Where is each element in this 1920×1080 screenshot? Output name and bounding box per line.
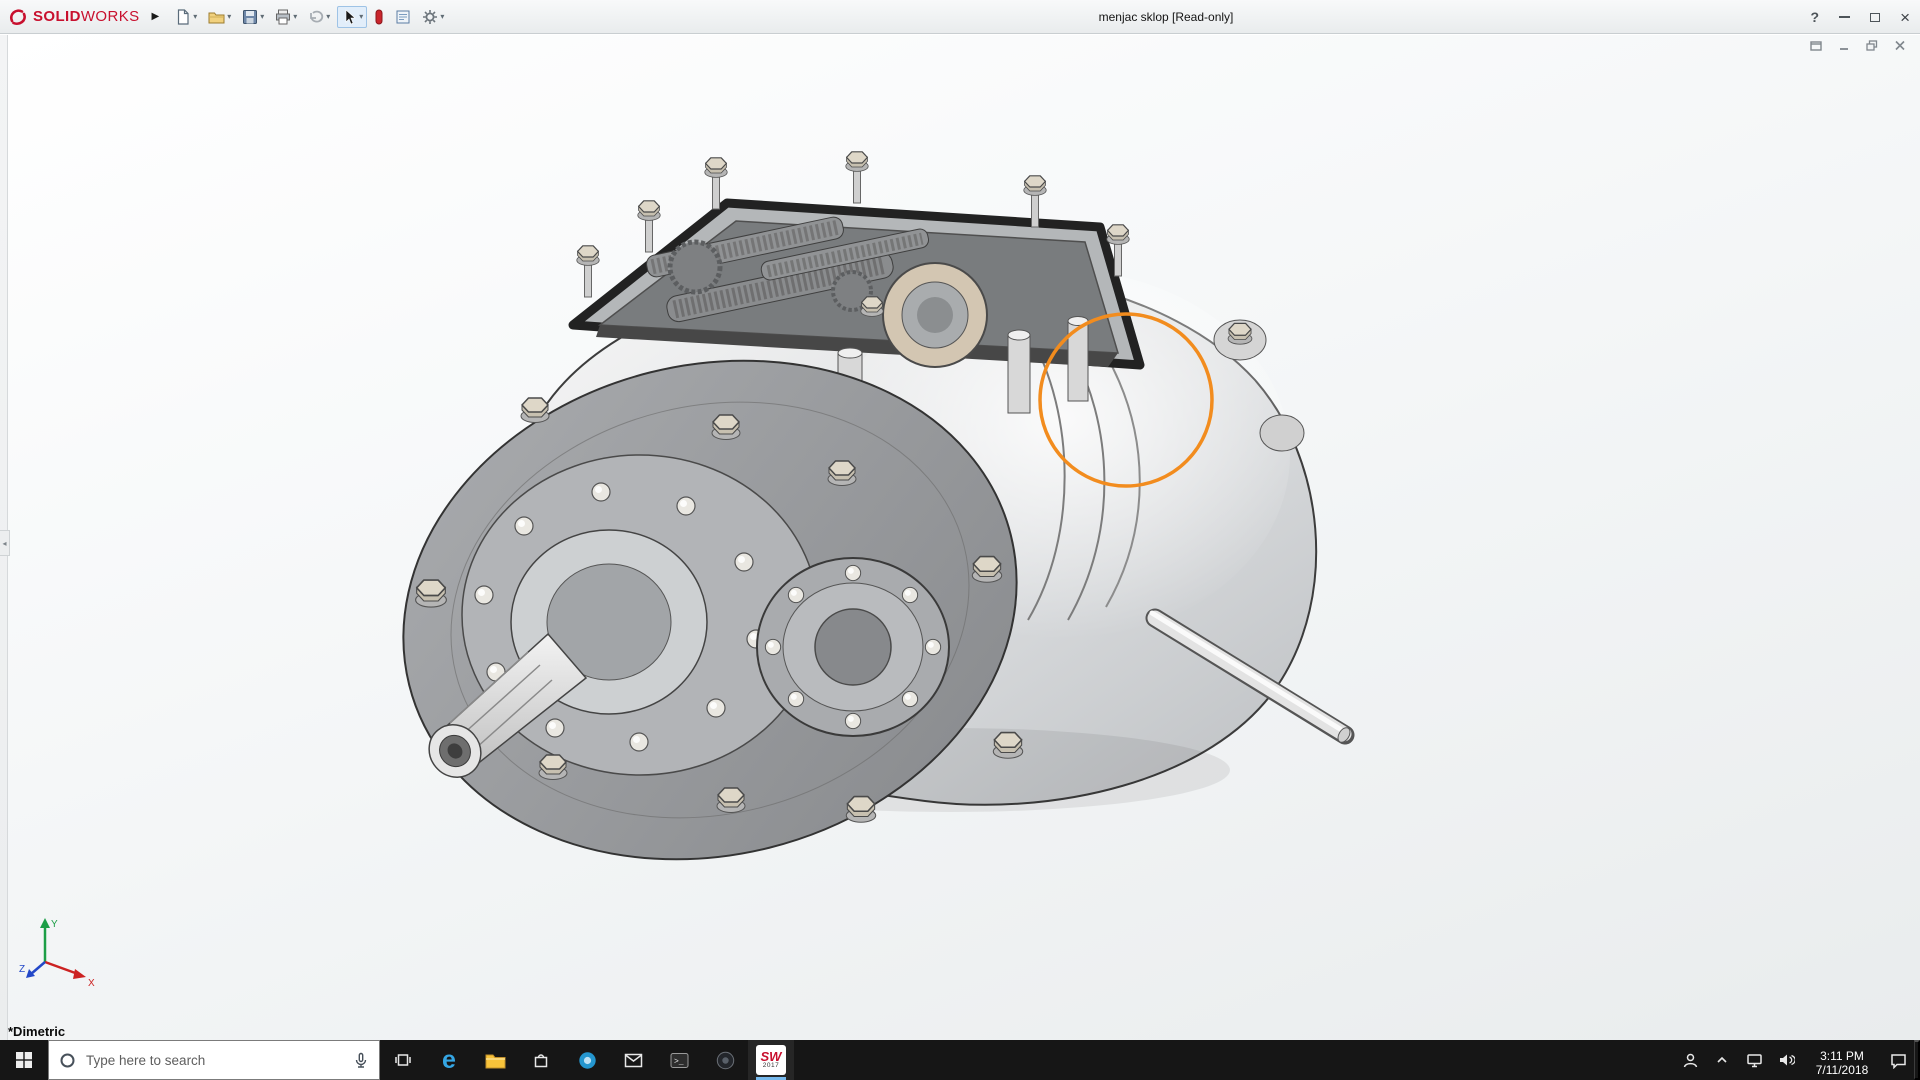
mail-envelope-icon bbox=[624, 1053, 643, 1068]
console-icon: >_ bbox=[670, 1052, 689, 1069]
tray-overflow-button[interactable] bbox=[1706, 1040, 1738, 1080]
close-button[interactable]: × bbox=[1900, 9, 1910, 26]
caret-down-icon: ▾ bbox=[260, 13, 264, 21]
properties-book-icon bbox=[395, 9, 411, 25]
orientation-triad[interactable]: Y X Z bbox=[18, 912, 108, 994]
action-center-button[interactable] bbox=[1882, 1040, 1914, 1080]
volume-button[interactable] bbox=[1770, 1040, 1802, 1080]
maximize-icon bbox=[1870, 13, 1880, 22]
print-icon bbox=[275, 9, 291, 25]
brand-solid: SOLID bbox=[33, 8, 81, 25]
select-tool-button[interactable]: ▾ bbox=[337, 6, 367, 28]
file-explorer-button[interactable] bbox=[472, 1040, 518, 1080]
maximize-button[interactable] bbox=[1870, 13, 1880, 22]
windows-logo-icon bbox=[15, 1051, 33, 1069]
save-icon bbox=[242, 9, 258, 25]
minimize-icon bbox=[1839, 16, 1850, 18]
new-document-button[interactable]: ▾ bbox=[171, 6, 201, 28]
minimize-button[interactable] bbox=[1839, 16, 1850, 18]
network-button[interactable] bbox=[1738, 1040, 1770, 1080]
edge-button[interactable]: e bbox=[426, 1040, 472, 1080]
view-orientation-label: *Dimetric bbox=[8, 1024, 65, 1039]
microphone-icon[interactable] bbox=[353, 1052, 369, 1069]
triad-z-label: Z bbox=[19, 964, 25, 975]
mail-button[interactable] bbox=[610, 1040, 656, 1080]
store-bag-icon bbox=[532, 1051, 550, 1069]
browser-app-button[interactable] bbox=[564, 1040, 610, 1080]
caret-down-icon: ▾ bbox=[326, 13, 330, 21]
show-desktop-button[interactable] bbox=[1914, 1040, 1920, 1080]
dark-circle-app-icon bbox=[716, 1051, 735, 1070]
quick-access-toolbar: ▾ ▾ ▾ ▾ ▾ bbox=[171, 6, 448, 28]
browser-globe-icon bbox=[578, 1051, 597, 1070]
help-button[interactable]: ? bbox=[1811, 9, 1820, 25]
select-cursor-icon bbox=[341, 9, 357, 25]
network-icon bbox=[1746, 1052, 1763, 1068]
search-input[interactable] bbox=[86, 1053, 343, 1068]
system-tray: 3:11 PM 7/11/2018 bbox=[1674, 1040, 1920, 1080]
dark-circle-app-button[interactable] bbox=[702, 1040, 748, 1080]
chevron-up-icon bbox=[1715, 1053, 1729, 1067]
solidworks-app-button[interactable]: SW 2017 bbox=[748, 1040, 794, 1080]
open-folder-icon bbox=[208, 9, 225, 25]
action-center-icon bbox=[1890, 1052, 1907, 1069]
solidworks-year: 2017 bbox=[763, 1063, 779, 1070]
menu-flyout-arrow[interactable]: ▶ bbox=[152, 11, 160, 22]
caret-down-icon: ▾ bbox=[293, 13, 297, 21]
start-button[interactable] bbox=[0, 1040, 48, 1080]
triad-x-label: X bbox=[88, 978, 95, 989]
brand-wordmark: SOLIDWORKS bbox=[33, 8, 140, 25]
brand-works: WORKS bbox=[81, 8, 140, 25]
cad-model-canvas[interactable] bbox=[0, 35, 1920, 1040]
xpress-products-button[interactable] bbox=[370, 6, 388, 28]
taskbar-clock[interactable]: 3:11 PM 7/11/2018 bbox=[1802, 1040, 1882, 1080]
console-prompt-glyph: >_ bbox=[674, 1057, 684, 1066]
caret-down-icon: ▾ bbox=[193, 13, 197, 21]
people-button[interactable] bbox=[1674, 1040, 1706, 1080]
new-document-icon bbox=[175, 9, 191, 25]
file-properties-button[interactable] bbox=[391, 6, 415, 28]
doc-restore-button[interactable] bbox=[1866, 40, 1878, 51]
doc-minimize-button[interactable] bbox=[1838, 40, 1850, 51]
triad-y-label: Y bbox=[51, 919, 58, 930]
file-explorer-icon bbox=[485, 1052, 506, 1069]
task-view-icon bbox=[394, 1051, 412, 1069]
taskbar-search[interactable] bbox=[48, 1040, 380, 1080]
undo-button[interactable]: ▾ bbox=[304, 6, 334, 28]
solidworks-icon: SW 2017 bbox=[756, 1045, 786, 1075]
red-capsule-icon bbox=[374, 9, 384, 25]
cortana-icon bbox=[59, 1052, 76, 1069]
close-icon: × bbox=[1900, 9, 1910, 26]
secondary-cover[interactable] bbox=[757, 558, 949, 736]
solidworks-logo: SOLIDWORKS bbox=[0, 7, 146, 27]
graphics-viewport[interactable]: ◂ bbox=[0, 35, 1920, 1040]
task-view-button[interactable] bbox=[380, 1040, 426, 1080]
save-button[interactable]: ▾ bbox=[238, 6, 268, 28]
undo-icon bbox=[308, 9, 324, 25]
print-button[interactable]: ▾ bbox=[271, 6, 301, 28]
clock-time: 3:11 PM bbox=[1802, 1049, 1882, 1063]
doc-close-button[interactable] bbox=[1894, 40, 1906, 51]
caret-down-icon: ▾ bbox=[440, 13, 444, 21]
clock-date: 7/11/2018 bbox=[1802, 1063, 1882, 1077]
dassault-ds-icon bbox=[8, 7, 28, 27]
gear-icon bbox=[422, 9, 438, 25]
window-controls: ? × bbox=[1811, 0, 1911, 34]
doc-window-button[interactable] bbox=[1810, 40, 1822, 51]
options-button[interactable]: ▾ bbox=[418, 6, 448, 28]
store-button[interactable] bbox=[518, 1040, 564, 1080]
document-title: menjac sklop [Read-only] bbox=[1099, 0, 1234, 34]
open-document-button[interactable]: ▾ bbox=[204, 6, 235, 28]
document-window-controls bbox=[1810, 40, 1906, 51]
speaker-icon bbox=[1778, 1052, 1795, 1068]
people-icon bbox=[1682, 1052, 1699, 1069]
caret-down-icon: ▾ bbox=[227, 13, 231, 21]
command-prompt-button[interactable]: >_ bbox=[656, 1040, 702, 1080]
edge-icon: e bbox=[442, 1048, 456, 1073]
caret-down-icon: ▾ bbox=[359, 13, 363, 21]
windows-taskbar: e >_ bbox=[0, 1040, 1920, 1080]
titlebar: SOLIDWORKS ▶ ▾ ▾ ▾ bbox=[0, 0, 1920, 34]
